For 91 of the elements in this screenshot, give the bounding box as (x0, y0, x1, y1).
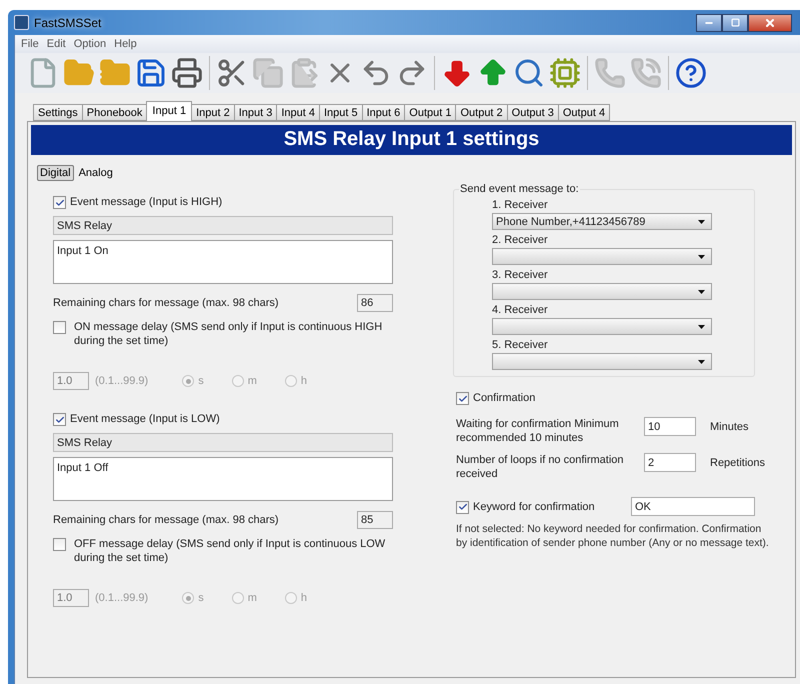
setting-label: Waiting for confirmation Minimum recommended 10 minutes (456, 417, 620, 445)
unit-label: Repetitions (710, 456, 766, 470)
radio-label: s (198, 374, 204, 388)
checkbox[interactable] (53, 538, 66, 551)
radio-button[interactable] (284, 592, 297, 604)
range-label: (0.1...99.9) (95, 591, 148, 605)
message-field[interactable]: Input 1 On (53, 240, 393, 284)
mode-tab[interactable]: Analog (76, 165, 116, 181)
unit-label: Minutes (710, 420, 750, 434)
receiver-dropdown[interactable] (492, 353, 712, 370)
radio-label: h (300, 374, 307, 388)
radio-label: s (198, 591, 204, 605)
tab[interactable]: Output 1 (404, 104, 456, 121)
window-title: FastSMSSet (34, 16, 102, 30)
radio-button[interactable] (284, 375, 297, 387)
caret-icon (698, 290, 705, 294)
number-field[interactable]: 10 (644, 417, 696, 436)
keyword-field[interactable]: OK (631, 497, 755, 516)
help-icon[interactable] (675, 57, 707, 89)
receiver-label: 5. Receiver (492, 339, 549, 351)
checkbox-label: Confirmation (473, 391, 536, 405)
delay-field[interactable]: 1.0 (53, 372, 89, 390)
checkbox-label: Event message (Input is HIGH) (70, 195, 222, 209)
app-icon (14, 15, 29, 30)
section-header: SMS Relay Input 1 settings (31, 125, 792, 155)
receiver-dropdown[interactable] (492, 318, 712, 335)
radio-button[interactable] (182, 592, 194, 604)
printer-icon[interactable] (171, 57, 203, 89)
maximize-button[interactable] (722, 14, 748, 32)
caret-icon (698, 220, 705, 224)
caret-icon (698, 360, 705, 364)
remaining-chars-label: Remaining chars for message (max. 98 chars) (53, 513, 279, 527)
checkbox[interactable] (53, 196, 66, 209)
tab[interactable]: Phonebook (82, 104, 148, 121)
group-title: Send event message to: (459, 183, 580, 195)
checkbox[interactable] (53, 321, 66, 334)
radio-button[interactable] (232, 592, 244, 604)
caret-icon (698, 254, 705, 258)
close-button[interactable] (748, 14, 792, 32)
radio-label: m (248, 374, 257, 388)
checkbox-label: Keyword for confirmation (473, 500, 596, 514)
circuit-board-icon[interactable] (549, 57, 581, 89)
close-icon (764, 16, 776, 28)
checkbox-label: ON message delay (SMS send only if Input is continuous HIGH during the set time) (73, 320, 384, 348)
receiver-label: 4. Receiver (492, 304, 549, 316)
receiver-label: 3. Receiver (492, 269, 549, 281)
receiver-dropdown[interactable] (492, 248, 712, 265)
checkbox[interactable] (456, 500, 469, 514)
remaining-chars-field: 86 (357, 294, 393, 312)
radio-button[interactable] (182, 375, 194, 387)
sender-field[interactable]: SMS Relay (53, 216, 393, 235)
note-text: If not selected: No keyword needed for confirmation. Confirmation by identification of sender phone number (Any or no message text). (456, 522, 770, 550)
tab[interactable]: Input 2 (191, 104, 235, 121)
sender-field[interactable]: SMS Relay (53, 433, 393, 452)
remaining-chars-field: 85 (357, 511, 393, 529)
checkbox-label: Event message (Input is LOW) (70, 412, 220, 426)
save-icon[interactable] (135, 57, 167, 89)
menu-item[interactable]: Option (74, 38, 106, 50)
minimize-button[interactable] (696, 14, 722, 32)
mode-tab[interactable]: Digital (37, 165, 74, 181)
tab[interactable]: Input 4 (276, 104, 320, 121)
radio-label: m (248, 591, 257, 605)
tab[interactable]: Output 3 (506, 104, 559, 121)
tab[interactable]: Input 3 (234, 104, 278, 121)
range-label: (0.1...99.9) (95, 374, 148, 388)
tab[interactable]: Input 5 (318, 104, 363, 121)
message-field[interactable]: Input 1 Off (53, 457, 393, 501)
menu-item[interactable]: Edit (46, 38, 66, 50)
maximize-icon (730, 18, 740, 27)
receiver-dropdown[interactable]: Phone Number,+41123456789 (492, 213, 712, 230)
radio-button[interactable] (232, 375, 244, 387)
radio-label: h (300, 591, 307, 605)
remaining-chars-label: Remaining chars for message (max. 98 chars) (53, 296, 279, 310)
checkbox-label: OFF message delay (SMS send only if Input is continuous LOW during the set time) (73, 537, 386, 565)
setting-label: Number of loops if no confirmation received (456, 453, 625, 481)
receiver-dropdown[interactable] (492, 283, 712, 300)
checkbox[interactable] (456, 392, 469, 405)
tab[interactable]: Settings (33, 104, 83, 121)
checkbox[interactable] (53, 413, 66, 426)
delay-field[interactable]: 1.0 (53, 589, 89, 607)
number-field[interactable]: 2 (644, 453, 696, 472)
tab[interactable]: Input 1 (146, 101, 192, 121)
tab[interactable]: Output 2 (455, 104, 508, 121)
receiver-label: 2. Receiver (492, 234, 549, 246)
tab[interactable]: Input 6 (362, 104, 406, 121)
menu-item[interactable]: File (21, 38, 39, 50)
menu-item[interactable]: Help (114, 38, 137, 50)
search-icon[interactable] (513, 57, 545, 89)
receiver-label: 1. Receiver (492, 199, 549, 211)
tab[interactable]: Output 4 (558, 104, 610, 121)
caret-icon (698, 324, 705, 328)
